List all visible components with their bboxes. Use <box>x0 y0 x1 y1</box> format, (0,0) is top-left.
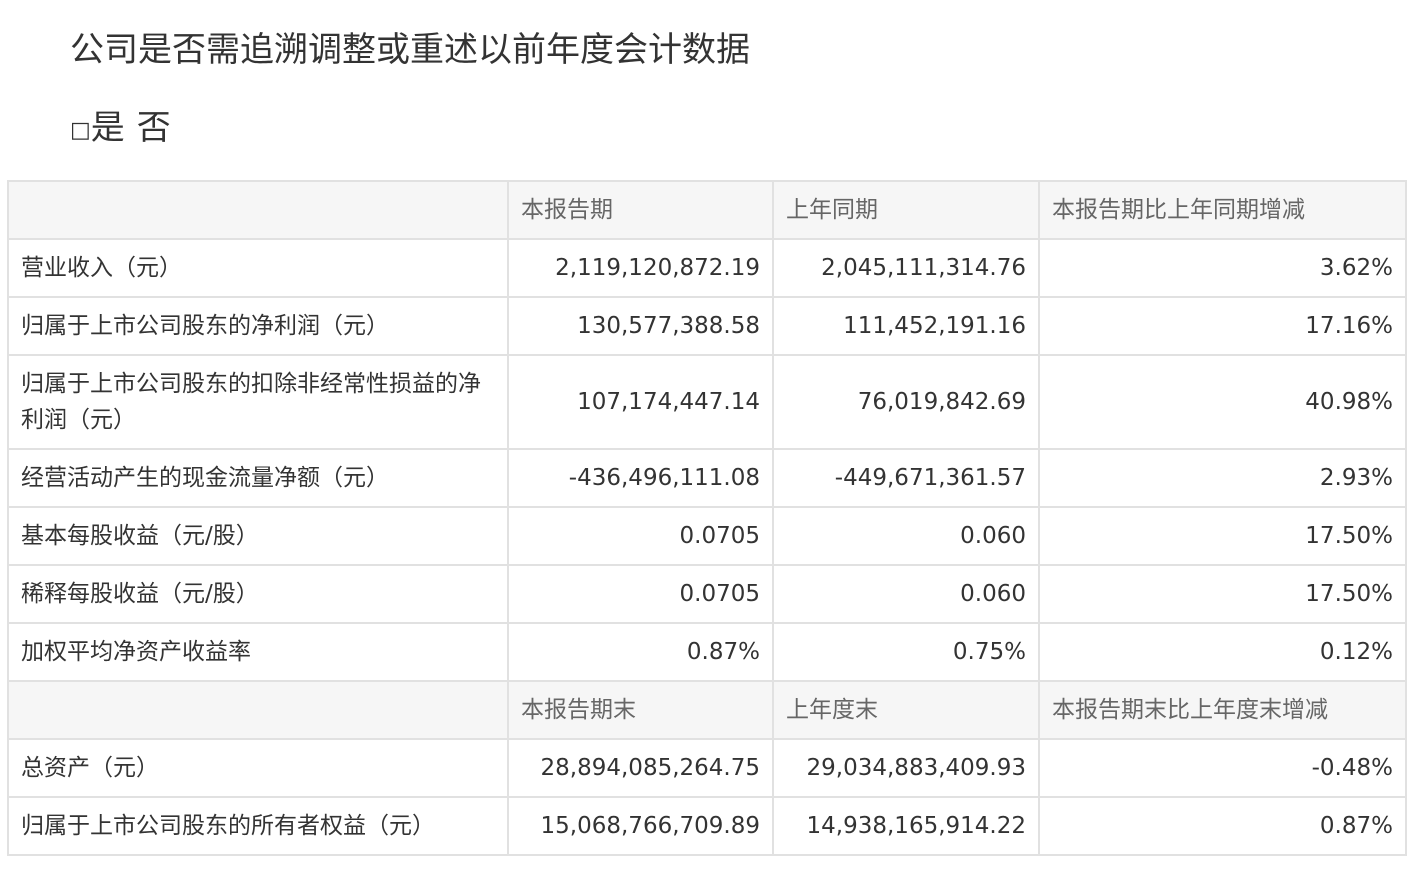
cell-value: 40.98% <box>1038 354 1407 450</box>
cell-value: 2.93% <box>1038 448 1407 508</box>
table-header-row: 本报告期末 上年度末 本报告期末比上年度末增减 <box>7 680 1407 740</box>
header-cell: 上年度末 <box>772 680 1040 740</box>
cell-value: 130,577,388.58 <box>507 296 774 356</box>
cell-value: 76,019,842.69 <box>772 354 1040 450</box>
checkbox-yes[interactable]: □ <box>70 118 91 143</box>
page-heading: 公司是否需追溯调整或重述以前年度会计数据 <box>70 30 750 70</box>
header-cell: 本报告期末比上年度末增减 <box>1038 680 1407 740</box>
cell-value: 0.87% <box>1038 796 1407 856</box>
table-row: 基本每股收益（元/股） 0.0705 0.060 17.50% <box>7 506 1407 566</box>
header-cell: 上年同期 <box>772 180 1040 240</box>
row-label: 稀释每股收益（元/股） <box>7 564 509 624</box>
cell-value: 0.75% <box>772 622 1040 682</box>
table-row: 总资产（元） 28,894,085,264.75 29,034,883,409.… <box>7 738 1407 798</box>
cell-value: 15,068,766,709.89 <box>507 796 774 856</box>
table-row: 营业收入（元） 2,119,120,872.19 2,045,111,314.7… <box>7 238 1407 298</box>
cell-value: 0.87% <box>507 622 774 682</box>
cell-value: 107,174,447.14 <box>507 354 774 450</box>
header-cell: 本报告期末 <box>507 680 774 740</box>
header-cell <box>7 680 509 740</box>
cell-value: 0.060 <box>772 564 1040 624</box>
cell-value: 17.16% <box>1038 296 1407 356</box>
row-label: 营业收入（元） <box>7 238 509 298</box>
restatement-choice: □是否 <box>70 106 171 153</box>
table-row: 归属于上市公司股东的扣除非经常性损益的净利润（元） 107,174,447.14… <box>7 354 1407 450</box>
table-row: 经营活动产生的现金流量净额（元） -436,496,111.08 -449,67… <box>7 448 1407 508</box>
table-row: 归属于上市公司股东的所有者权益（元） 15,068,766,709.89 14,… <box>7 796 1407 856</box>
financial-data-table: 本报告期 上年同期 本报告期比上年同期增减 营业收入（元） 2,119,120,… <box>7 180 1407 856</box>
cell-value: -436,496,111.08 <box>507 448 774 508</box>
cell-value: 0.0705 <box>507 564 774 624</box>
cell-value: -449,671,361.57 <box>772 448 1040 508</box>
table-row: 稀释每股收益（元/股） 0.0705 0.060 17.50% <box>7 564 1407 624</box>
cell-value: -0.48% <box>1038 738 1407 798</box>
cell-value: 0.0705 <box>507 506 774 566</box>
header-cell: 本报告期比上年同期增减 <box>1038 180 1407 240</box>
choice-no-label: 否 <box>136 108 171 148</box>
header-cell <box>7 180 509 240</box>
cell-value: 2,045,111,314.76 <box>772 238 1040 298</box>
row-label: 归属于上市公司股东的所有者权益（元） <box>7 796 509 856</box>
row-label: 基本每股收益（元/股） <box>7 506 509 566</box>
table-row: 加权平均净资产收益率 0.87% 0.75% 0.12% <box>7 622 1407 682</box>
cell-value: 17.50% <box>1038 506 1407 566</box>
table-header-row: 本报告期 上年同期 本报告期比上年同期增减 <box>7 180 1407 240</box>
cell-value: 28,894,085,264.75 <box>507 738 774 798</box>
cell-value: 29,034,883,409.93 <box>772 738 1040 798</box>
cell-value: 2,119,120,872.19 <box>507 238 774 298</box>
cell-value: 17.50% <box>1038 564 1407 624</box>
cell-value: 3.62% <box>1038 238 1407 298</box>
row-label: 归属于上市公司股东的扣除非经常性损益的净利润（元） <box>7 354 509 450</box>
cell-value: 0.060 <box>772 506 1040 566</box>
cell-value: 0.12% <box>1038 622 1407 682</box>
table-row: 归属于上市公司股东的净利润（元） 130,577,388.58 111,452,… <box>7 296 1407 356</box>
row-label: 经营活动产生的现金流量净额（元） <box>7 448 509 508</box>
row-label: 归属于上市公司股东的净利润（元） <box>7 296 509 356</box>
cell-value: 14,938,165,914.22 <box>772 796 1040 856</box>
choice-yes-label: 是 <box>90 108 125 148</box>
row-label: 总资产（元） <box>7 738 509 798</box>
row-label: 加权平均净资产收益率 <box>7 622 509 682</box>
header-cell: 本报告期 <box>507 180 774 240</box>
cell-value: 111,452,191.16 <box>772 296 1040 356</box>
